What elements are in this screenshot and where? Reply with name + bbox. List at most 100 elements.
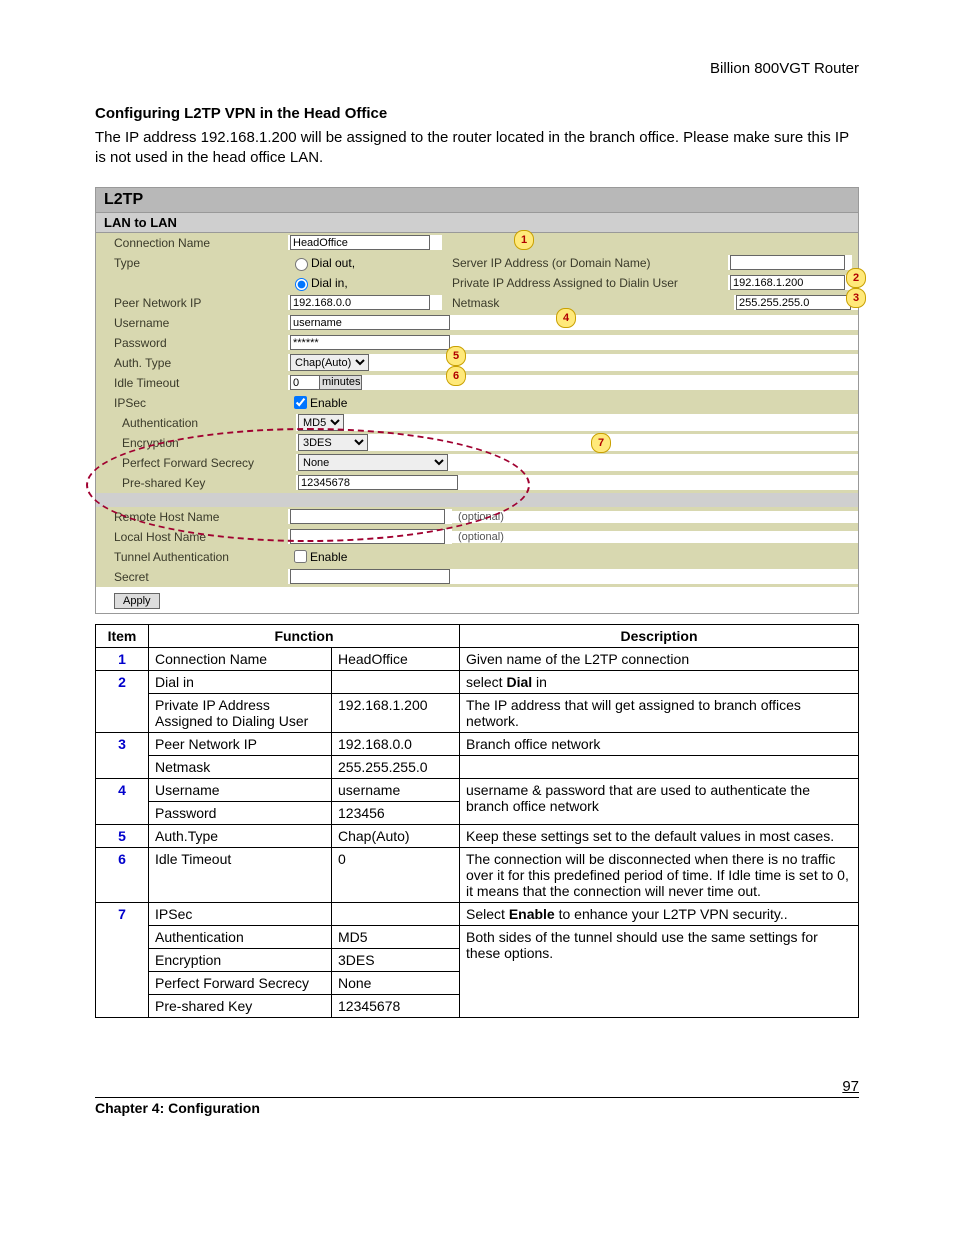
radio-dial-out[interactable] bbox=[295, 258, 308, 271]
callout-1: 1 bbox=[514, 230, 534, 250]
td-func-7c: Encryption bbox=[149, 948, 332, 971]
td-func-7e: Pre-shared Key bbox=[149, 994, 332, 1017]
description-table: Item Function Description 1 Connection N… bbox=[95, 624, 859, 1018]
label-psk: Pre-shared Key bbox=[96, 474, 296, 492]
input-server-ip[interactable] bbox=[730, 255, 845, 270]
td-val-7b: MD5 bbox=[332, 925, 460, 948]
td-func-4a: Username bbox=[149, 778, 332, 801]
label-peer-network: Peer Network IP bbox=[96, 294, 288, 312]
callout-7: 7 bbox=[591, 433, 611, 453]
input-username[interactable] bbox=[290, 315, 450, 330]
td-val-4a: username bbox=[332, 778, 460, 801]
td-func-2b: Private IP Address Assigned to Dialing U… bbox=[149, 693, 332, 732]
td-val-1: HeadOffice bbox=[332, 647, 460, 670]
input-idle-timeout[interactable] bbox=[290, 375, 320, 390]
callout-5: 5 bbox=[446, 346, 466, 366]
td-val-7d: None bbox=[332, 971, 460, 994]
label-remote-host: Remote Host Name bbox=[96, 508, 288, 526]
section-intro: The IP address 192.168.1.200 will be ass… bbox=[95, 128, 859, 169]
td-desc-3b bbox=[460, 755, 859, 778]
input-secret[interactable] bbox=[290, 569, 450, 584]
input-connection-name[interactable] bbox=[290, 235, 430, 250]
checkbox-ipsec-enable[interactable] bbox=[294, 396, 307, 409]
label-dial-in: Dial in, bbox=[311, 276, 348, 290]
radio-dial-in[interactable] bbox=[295, 278, 308, 291]
checkbox-tunnel-auth[interactable] bbox=[294, 550, 307, 563]
td-val-3b: 255.255.255.0 bbox=[332, 755, 460, 778]
label-idle-unit: minutes bbox=[320, 375, 362, 390]
label-type: Type bbox=[96, 254, 288, 272]
panel-subtitle: LAN to LAN bbox=[96, 213, 858, 233]
td-desc-6: The connection will be disconnected when… bbox=[460, 847, 859, 902]
td-item-4: 4 bbox=[96, 778, 149, 824]
td-val-3a: 192.168.0.0 bbox=[332, 732, 460, 755]
td-desc-1: Given name of the L2TP connection bbox=[460, 647, 859, 670]
td-val-7a bbox=[332, 902, 460, 925]
label-dial-out: Dial out, bbox=[311, 256, 355, 270]
select-auth-type[interactable]: Chap(Auto) bbox=[290, 354, 369, 371]
input-psk[interactable] bbox=[298, 475, 458, 490]
label-auth-type: Auth. Type bbox=[96, 354, 288, 372]
td-val-2a bbox=[332, 670, 460, 693]
td-func-2a: Dial in bbox=[149, 670, 332, 693]
callout-2: 2 bbox=[846, 268, 866, 288]
panel-title: L2TP bbox=[96, 188, 858, 213]
page-number: 97 bbox=[95, 1078, 859, 1095]
td-val-7c: 3DES bbox=[332, 948, 460, 971]
label-ipsec-enable: Enable bbox=[310, 396, 347, 410]
label-netmask: Netmask bbox=[442, 294, 558, 312]
label-connection-name: Connection Name bbox=[96, 234, 288, 252]
label-optional-2: (optional) bbox=[452, 531, 858, 543]
input-remote-host[interactable] bbox=[290, 509, 445, 524]
label-encryption: Encryption bbox=[96, 434, 296, 452]
td-func-3a: Peer Network IP bbox=[149, 732, 332, 755]
th-function: Function bbox=[149, 624, 460, 647]
select-authentication[interactable]: MD5 bbox=[298, 414, 344, 431]
td-func-4b: Password bbox=[149, 801, 332, 824]
td-func-7d: Perfect Forward Secrecy bbox=[149, 971, 332, 994]
td-desc-2a: select Dial in bbox=[460, 670, 859, 693]
td-desc-3a: Branch office network bbox=[460, 732, 859, 755]
apply-button[interactable]: Apply bbox=[114, 593, 160, 609]
label-username: Username bbox=[96, 314, 288, 332]
td-func-5: Auth.Type bbox=[149, 824, 332, 847]
td-val-5: Chap(Auto) bbox=[332, 824, 460, 847]
input-local-host[interactable] bbox=[290, 529, 445, 544]
td-func-1: Connection Name bbox=[149, 647, 332, 670]
product-header: Billion 800VGT Router bbox=[95, 60, 859, 77]
td-item-2: 2 bbox=[96, 670, 149, 732]
input-netmask[interactable] bbox=[736, 295, 851, 310]
select-pfs[interactable]: None bbox=[298, 454, 448, 471]
td-func-6: Idle Timeout bbox=[149, 847, 332, 902]
label-private-ip: Private IP Address Assigned to Dialin Us… bbox=[442, 274, 728, 292]
td-desc-7: Both sides of the tunnel should use the … bbox=[460, 925, 859, 1017]
input-password[interactable] bbox=[290, 335, 450, 350]
callout-3: 3 bbox=[846, 288, 866, 308]
th-item: Item bbox=[96, 624, 149, 647]
label-idle-timeout: Idle Timeout bbox=[96, 374, 288, 392]
td-item-1: 1 bbox=[96, 647, 149, 670]
td-func-7b: Authentication bbox=[149, 925, 332, 948]
input-peer-network[interactable] bbox=[290, 295, 430, 310]
td-val-4b: 123456 bbox=[332, 801, 460, 824]
input-private-ip[interactable] bbox=[730, 275, 845, 290]
l2tp-panel: 1 2 3 4 5 6 7 L2TP LAN to LAN Connection… bbox=[95, 187, 859, 614]
label-secret: Secret bbox=[96, 568, 288, 586]
label-ipsec: IPSec bbox=[96, 394, 288, 412]
label-tunnel-auth-enable: Enable bbox=[310, 550, 347, 564]
select-encryption[interactable]: 3DES bbox=[298, 434, 368, 451]
section-title: Configuring L2TP VPN in the Head Office bbox=[95, 105, 859, 122]
spacer bbox=[96, 493, 858, 507]
td-desc-4: username & password that are used to aut… bbox=[460, 778, 859, 824]
td-item-5: 5 bbox=[96, 824, 149, 847]
td-desc-5: Keep these settings set to the default v… bbox=[460, 824, 859, 847]
td-val-6: 0 bbox=[332, 847, 460, 902]
label-password: Password bbox=[96, 334, 288, 352]
td-val-2b: 192.168.1.200 bbox=[332, 693, 460, 732]
label-local-host: Local Host Name bbox=[96, 528, 288, 546]
td-func-7a: IPSec bbox=[149, 902, 332, 925]
td-item-6: 6 bbox=[96, 847, 149, 902]
label-server-ip: Server IP Address (or Domain Name) bbox=[442, 254, 728, 272]
th-description: Description bbox=[460, 624, 859, 647]
label-authentication: Authentication bbox=[96, 414, 296, 432]
